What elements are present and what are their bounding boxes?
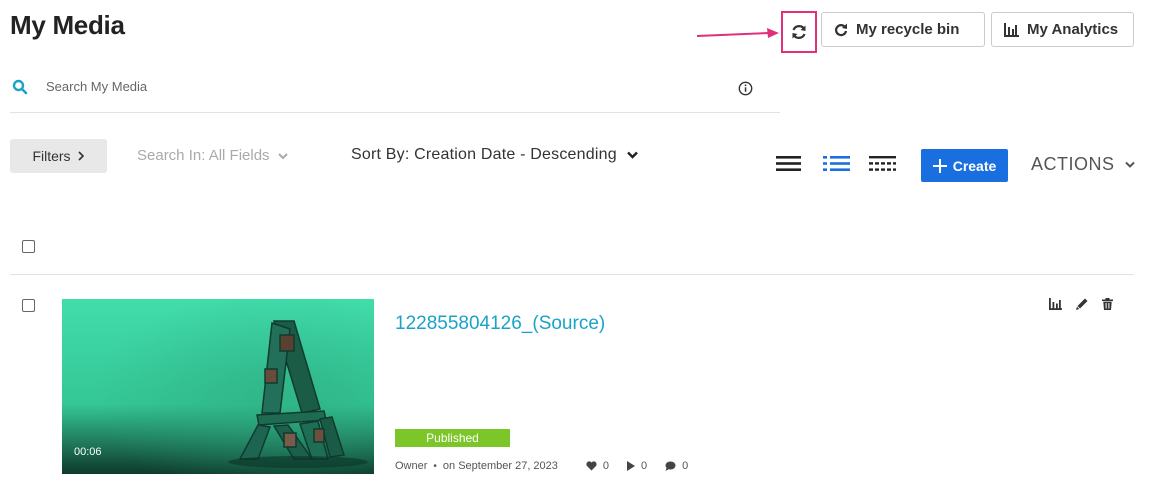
comment-icon: [665, 461, 676, 471]
entry-date: on September 27, 2023: [442, 460, 558, 472]
search-icon: [12, 79, 28, 95]
refresh-icon: [792, 25, 806, 39]
chevron-down-icon: [277, 152, 288, 159]
view-list-icon[interactable]: [823, 155, 850, 172]
recycle-bin-label: My recycle bin: [856, 21, 960, 38]
thumbnail-image: [62, 299, 374, 474]
bar-chart-icon: [1004, 22, 1019, 37]
search-bar: [10, 70, 780, 113]
my-recycle-bin-button[interactable]: My recycle bin: [821, 12, 985, 47]
divider: [10, 274, 1134, 275]
trash-icon: [1102, 298, 1113, 310]
chevron-right-icon: [77, 151, 84, 161]
heart-icon: [586, 461, 597, 471]
analytics-label: My Analytics: [1027, 21, 1119, 38]
entry-checkbox[interactable]: [22, 299, 35, 312]
chevron-down-icon: [626, 151, 638, 159]
entry-meta: Owner • on September 27, 2023 0 0 0: [395, 460, 688, 472]
likes-count: 0: [602, 460, 610, 472]
view-detailed-icon[interactable]: [776, 155, 801, 172]
entry-actions: [1049, 298, 1113, 310]
page-title: My Media: [10, 10, 125, 40]
bar-chart-icon: [1049, 298, 1062, 310]
status-badge: Published: [395, 429, 510, 447]
comments-stat: 0: [665, 460, 688, 472]
likes-stat: 0: [586, 460, 609, 472]
plays-count: 0: [641, 460, 648, 472]
actions-label: ACTIONS: [1031, 154, 1115, 174]
actions-dropdown[interactable]: ACTIONS: [1031, 154, 1135, 175]
entry-analytics-button[interactable]: [1049, 298, 1062, 310]
sort-by-label: Sort By: Creation Date - Descending: [351, 146, 617, 163]
entry-delete-button[interactable]: [1102, 298, 1113, 310]
bullet-separator: •: [433, 460, 437, 472]
select-all-checkbox[interactable]: [22, 240, 35, 253]
entry-thumbnail[interactable]: 00:06: [62, 299, 374, 474]
entry-owner: Owner: [395, 460, 428, 472]
search-input[interactable]: [46, 79, 696, 94]
entry-edit-button[interactable]: [1076, 298, 1088, 310]
sort-by-dropdown[interactable]: Sort By: Creation Date - Descending: [351, 146, 638, 164]
filters-button[interactable]: Filters: [10, 139, 107, 173]
entry-title-link[interactable]: 122855804126_(Source): [395, 313, 605, 335]
arrow-annotation-icon: [697, 28, 779, 38]
entry-duration: 00:06: [74, 446, 102, 458]
pencil-icon: [1076, 298, 1088, 310]
info-icon[interactable]: [738, 81, 753, 96]
play-icon: [627, 461, 636, 471]
create-button[interactable]: Create: [921, 149, 1008, 182]
refresh-button[interactable]: [781, 11, 817, 53]
plays-stat: 0: [627, 460, 647, 472]
create-label: Create: [952, 157, 997, 174]
view-compact-icon[interactable]: [869, 155, 896, 172]
search-in-dropdown[interactable]: Search In: All Fields: [137, 147, 288, 164]
filters-label: Filters: [32, 148, 71, 164]
redo-icon: [834, 23, 848, 36]
search-in-label: Search In: All Fields: [137, 147, 270, 164]
my-analytics-button[interactable]: My Analytics: [991, 12, 1134, 47]
comments-count: 0: [682, 460, 689, 472]
chevron-down-icon: [1124, 161, 1135, 168]
plus-icon: [932, 158, 947, 173]
